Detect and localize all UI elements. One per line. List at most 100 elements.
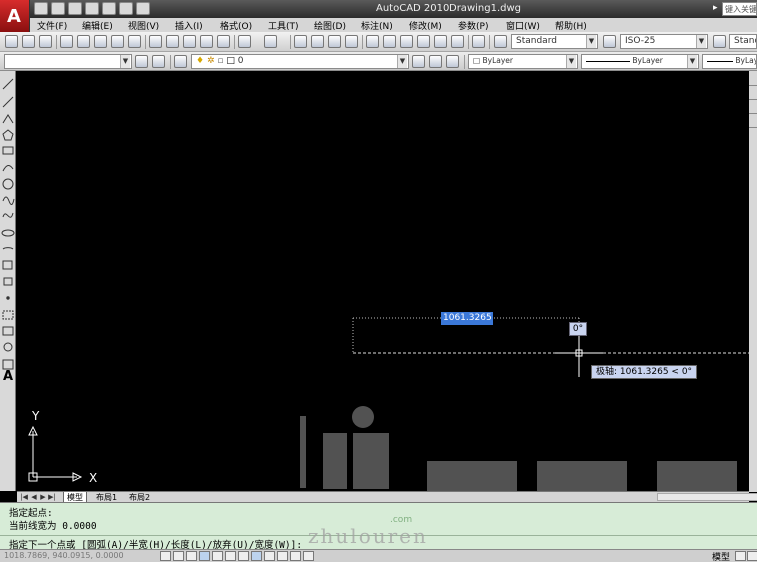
workspace-settings-icon[interactable] [135, 55, 148, 68]
toolbar-separator [489, 35, 490, 49]
properties-icon[interactable] [366, 35, 379, 48]
save-icon[interactable] [68, 2, 82, 15]
toolbar-separator [234, 35, 235, 49]
application-menu-button[interactable]: A [0, 0, 30, 32]
quick-view-icon[interactable] [747, 551, 757, 561]
redo-icon[interactable] [102, 2, 116, 15]
text-style-select[interactable]: Standard ▼ [511, 34, 598, 49]
snap-mode-icon[interactable] [160, 551, 171, 561]
menu-file[interactable]: 文件(F) [37, 19, 67, 32]
layer-previous-icon[interactable] [429, 55, 442, 68]
linetype-select[interactable]: ByLayer ▼ [581, 54, 699, 69]
model-space-label[interactable]: 模型 [712, 550, 730, 562]
layer-properties-icon[interactable] [174, 55, 187, 68]
open-icon[interactable] [51, 2, 65, 15]
table-style-select[interactable]: Standard [729, 34, 757, 49]
length-input-field[interactable]: 1061.3265 [441, 312, 493, 325]
copy-icon[interactable] [166, 35, 179, 48]
sheet-set-icon[interactable] [128, 35, 141, 48]
grid-display-icon[interactable] [173, 551, 184, 561]
redo-icon[interactable] [264, 35, 277, 48]
next-tab-icon[interactable]: ▶ [39, 492, 47, 502]
properties-icon[interactable] [136, 2, 150, 15]
allow-disallow-ucs-icon[interactable] [238, 551, 249, 561]
plot-preview-icon[interactable] [77, 35, 90, 48]
last-tab-icon[interactable]: ▶| [48, 492, 56, 502]
zoom-previous-icon[interactable] [345, 35, 358, 48]
new-icon[interactable] [34, 2, 48, 15]
horizontal-scrollbar[interactable] [657, 493, 757, 501]
prev-tab-icon[interactable]: ◀ [30, 492, 38, 502]
toolbar-separator [145, 35, 146, 49]
search-input[interactable]: 键入关键字 [722, 2, 757, 16]
match-properties-icon[interactable] [200, 35, 213, 48]
workspace-display-icon[interactable] [152, 55, 165, 68]
menu-tools[interactable]: 工具(T) [268, 19, 299, 32]
sheet-set-manager-icon[interactable] [417, 35, 430, 48]
object-snap-icon[interactable] [212, 551, 223, 561]
zoom-window-icon[interactable] [328, 35, 341, 48]
menu-format[interactable]: 格式(O) [220, 19, 252, 32]
markup-icon[interactable] [434, 35, 447, 48]
lineweight-display-icon[interactable] [264, 551, 275, 561]
layer-states-icon[interactable] [446, 55, 459, 68]
make-current-icon[interactable] [412, 55, 425, 68]
angle-input-field[interactable]: 0° [569, 322, 587, 336]
lineweight-select[interactable]: ByLayer [702, 54, 757, 69]
menu-insert[interactable]: 插入(I) [175, 19, 203, 32]
dimension-style-icon[interactable] [603, 35, 616, 48]
ortho-mode-icon[interactable] [186, 551, 197, 561]
first-tab-icon[interactable]: |◀ [20, 492, 28, 502]
chevron-down-icon: ▼ [397, 55, 407, 68]
menu-window[interactable]: 窗口(W) [506, 19, 540, 32]
coordinate-display[interactable]: 1018.7869, 940.0915, 0.0000 [4, 551, 124, 560]
menu-help[interactable]: 帮助(H) [555, 19, 587, 32]
dimension-style-select[interactable]: ISO-25 ▼ [620, 34, 708, 49]
undo-icon[interactable] [238, 35, 251, 48]
selection-cycling-icon[interactable] [303, 551, 314, 561]
gradient-icon [2, 326, 14, 336]
draw-toolbar: A [0, 71, 16, 491]
multiline-text-icon[interactable]: A [1, 370, 15, 384]
open-icon[interactable] [22, 35, 35, 48]
chevron-down-icon: ▼ [566, 55, 576, 68]
new-icon[interactable] [5, 35, 18, 48]
menu-view[interactable]: 视图(V) [128, 19, 159, 32]
show-hide-lineweight-icon[interactable] [290, 551, 301, 561]
zoom-realtime-icon[interactable] [311, 35, 324, 48]
undo-icon[interactable] [85, 2, 99, 15]
quickcalc-icon[interactable] [451, 35, 464, 48]
menu-modify[interactable]: 修改(M) [409, 19, 442, 32]
3d-dwf-icon[interactable] [111, 35, 124, 48]
text-style-icon[interactable] [494, 35, 507, 48]
menu-edit[interactable]: 编辑(E) [82, 19, 113, 32]
design-center-icon[interactable] [383, 35, 396, 48]
layout-view-icon[interactable] [735, 551, 746, 561]
polar-tracking-icon[interactable] [199, 551, 210, 561]
dynamic-input-icon[interactable] [251, 551, 262, 561]
table-style-icon[interactable] [713, 35, 726, 48]
paste-icon[interactable] [183, 35, 196, 48]
plot-icon[interactable] [60, 35, 73, 48]
block-editor-icon[interactable] [217, 35, 230, 48]
drawing-area[interactable]: Y X [17, 71, 757, 492]
object-snap-tracking-icon[interactable] [225, 551, 236, 561]
help-icon[interactable] [472, 35, 485, 48]
cut-icon[interactable] [149, 35, 162, 48]
menu-parametric[interactable]: 参数(P) [458, 19, 488, 32]
publish-icon[interactable] [94, 35, 107, 48]
plot-icon[interactable] [119, 2, 133, 15]
tool-palettes-icon[interactable] [400, 35, 413, 48]
menu-draw[interactable]: 绘图(D) [314, 19, 346, 32]
layer-select[interactable]: ♦ ✲ ▫ □ 0 ▼ [191, 54, 409, 69]
vertical-scrollbar[interactable] [749, 71, 757, 492]
sun-icon: ✲ [206, 56, 215, 66]
workspace-select[interactable]: ▼ [4, 54, 132, 69]
search-expand-icon[interactable]: ▸ [713, 3, 721, 15]
linetype-value: ByLayer [632, 56, 663, 65]
color-select[interactable]: □ ByLayer ▼ [468, 54, 578, 69]
save-icon[interactable] [39, 35, 52, 48]
menu-dimension[interactable]: 标注(N) [361, 19, 393, 32]
pan-icon[interactable] [294, 35, 307, 48]
quick-properties-icon[interactable] [277, 551, 288, 561]
